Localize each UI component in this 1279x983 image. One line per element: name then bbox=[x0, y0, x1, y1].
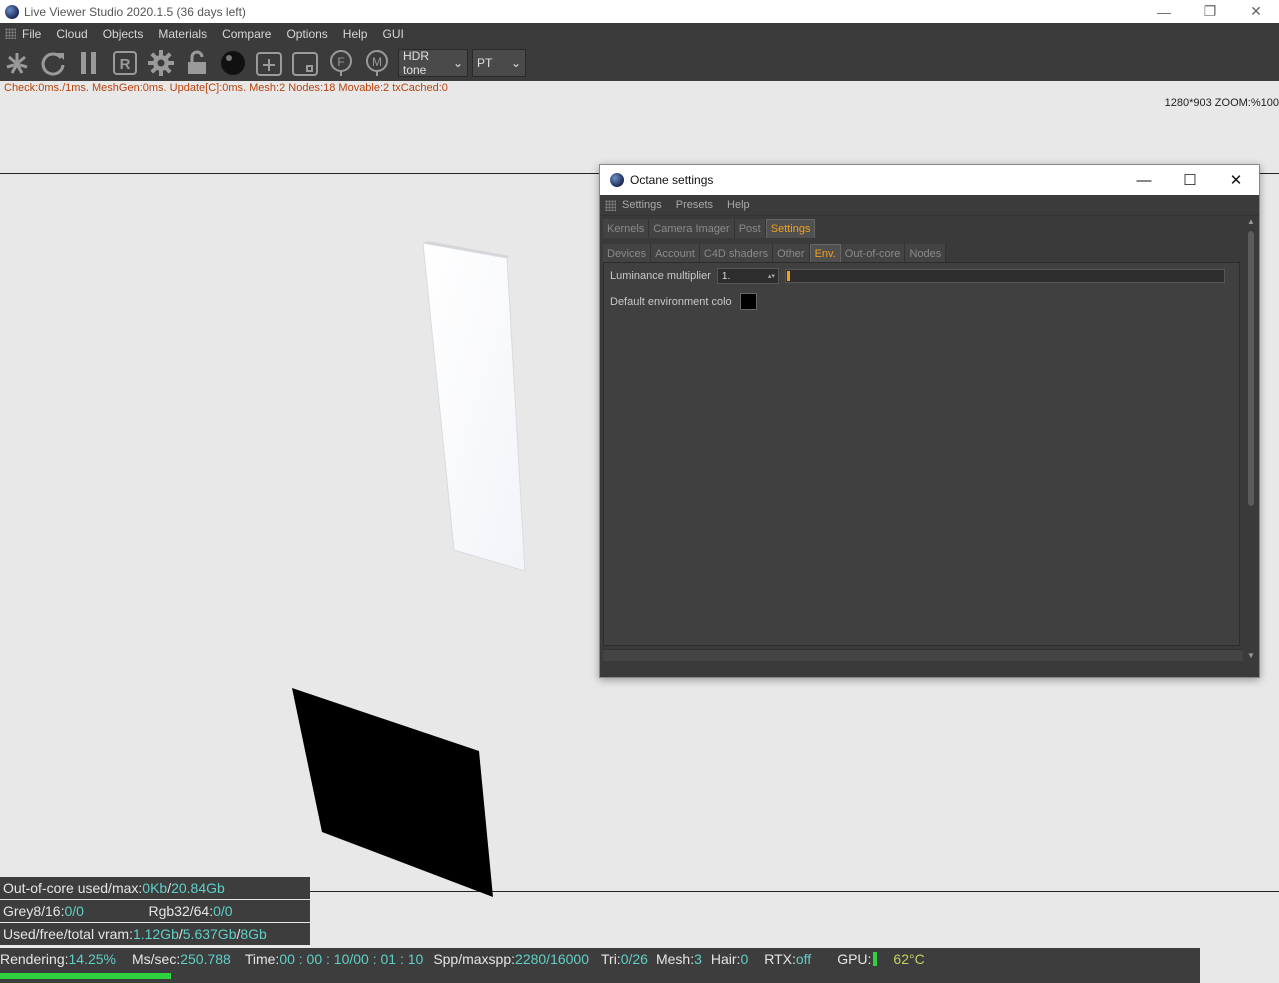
render-progress-fill bbox=[0, 973, 171, 979]
zoom-info: 1280*903 ZOOM:%100 bbox=[1164, 97, 1279, 109]
octane-minimize-button[interactable]: — bbox=[1121, 165, 1167, 195]
texture-info: Grey8/16: 0/0 Rgb32/64: 0/0 bbox=[0, 900, 310, 922]
octane-window-title: Octane settings bbox=[630, 173, 714, 187]
octane-maximize-button[interactable]: ☐ bbox=[1167, 165, 1213, 195]
black-plane-object bbox=[292, 688, 493, 897]
env-color-row: Default environment colo bbox=[610, 293, 757, 310]
octane-env-panel: Luminance multiplier 1. ▴▾ Default envir… bbox=[603, 262, 1240, 646]
chevron-down-icon: ⌄ bbox=[452, 55, 463, 70]
octane-sub-tabs: Devices Account C4D shaders Other Env. O… bbox=[600, 240, 1259, 263]
app-titlebar: Live Viewer Studio 2020.1.5 (36 days lef… bbox=[0, 0, 1279, 23]
luminance-row: Luminance multiplier 1. ▴▾ bbox=[610, 268, 1225, 284]
scroll-down-icon[interactable]: ▼ bbox=[1246, 651, 1256, 661]
refresh-icon[interactable] bbox=[38, 48, 68, 78]
status-line: Check:0ms./1ms. MeshGen:0ms. Update[C]:0… bbox=[4, 82, 448, 94]
white-plane-object bbox=[422, 242, 526, 572]
pause-icon[interactable] bbox=[74, 48, 104, 78]
toolbar: R F M HDR tone ⌄ PT ⌄ bbox=[0, 44, 1279, 81]
add-region-icon[interactable] bbox=[254, 48, 284, 78]
white-plane-edge bbox=[423, 241, 510, 258]
tab-account[interactable]: Account bbox=[651, 244, 700, 263]
octane-close-button[interactable]: ✕ bbox=[1213, 165, 1259, 195]
octane-menu-grip-icon[interactable] bbox=[605, 199, 616, 211]
tone-mapping-select[interactable]: HDR tone ⌄ bbox=[398, 48, 468, 77]
app-logo-icon bbox=[5, 4, 19, 19]
render-status-bar: Rendering: 14.25% Ms/sec: 250.788 Time: … bbox=[0, 948, 1200, 983]
render-stats: Rendering: 14.25% Ms/sec: 250.788 Time: … bbox=[0, 951, 925, 967]
tab-kernels[interactable]: Kernels bbox=[603, 219, 650, 238]
menu-compare[interactable]: Compare bbox=[222, 27, 271, 41]
out-of-core-info: Out-of-core used/max: 0Kb/20.84Gb bbox=[0, 877, 310, 899]
settings-gear-icon[interactable] bbox=[146, 48, 176, 78]
menu-options[interactable]: Options bbox=[286, 27, 327, 41]
material-sphere-icon[interactable] bbox=[218, 48, 248, 78]
octane-titlebar[interactable]: Octane settings — ☐ ✕ bbox=[600, 165, 1259, 195]
svg-text:M: M bbox=[372, 55, 382, 69]
r-region-icon[interactable]: R bbox=[110, 48, 140, 78]
tab-out-of-core[interactable]: Out-of-core bbox=[840, 244, 906, 263]
menu-gui[interactable]: GUI bbox=[382, 27, 403, 41]
menu-materials[interactable]: Materials bbox=[158, 27, 207, 41]
chevron-down-icon: ⌄ bbox=[510, 55, 521, 70]
octane-logo-icon bbox=[610, 173, 624, 187]
octane-footer bbox=[603, 649, 1243, 661]
restore-button[interactable]: ❐ bbox=[1187, 0, 1233, 23]
tab-nodes[interactable]: Nodes bbox=[905, 244, 947, 263]
svg-text:R: R bbox=[120, 56, 131, 73]
render-progress-bar bbox=[0, 973, 1200, 979]
window-title: Live Viewer Studio 2020.1.5 (36 days lef… bbox=[24, 4, 246, 19]
focus-region-icon[interactable] bbox=[290, 48, 320, 78]
luminance-input[interactable]: 1. ▴▾ bbox=[716, 268, 779, 284]
focus-pick-icon[interactable]: F bbox=[326, 48, 356, 78]
menu-help[interactable]: Help bbox=[343, 27, 368, 41]
vram-info: Used/free/total vram: 1.12Gb/5.637Gb/8Gb bbox=[0, 923, 310, 945]
render-reset-icon[interactable] bbox=[2, 48, 32, 78]
luminance-label: Luminance multiplier bbox=[610, 270, 711, 282]
octane-menu-settings[interactable]: Settings bbox=[622, 199, 662, 211]
tab-other[interactable]: Other bbox=[773, 244, 810, 263]
menubar: File Cloud Objects Materials Compare Opt… bbox=[0, 23, 1279, 44]
octane-scrollbar[interactable]: ▲ ▼ bbox=[1246, 217, 1256, 661]
minimize-button[interactable]: — bbox=[1141, 0, 1187, 23]
tab-post[interactable]: Post bbox=[734, 219, 766, 238]
scrollbar-thumb[interactable] bbox=[1248, 231, 1254, 506]
tab-settings[interactable]: Settings bbox=[765, 219, 816, 238]
octane-menu-presets[interactable]: Presets bbox=[676, 199, 713, 211]
tab-camera-imager[interactable]: Camera Imager bbox=[649, 219, 735, 238]
menu-objects[interactable]: Objects bbox=[103, 27, 144, 41]
tab-devices[interactable]: Devices bbox=[603, 244, 652, 263]
env-color-label: Default environment colo bbox=[610, 295, 732, 308]
menu-cloud[interactable]: Cloud bbox=[56, 27, 87, 41]
close-button[interactable]: ✕ bbox=[1233, 0, 1279, 23]
octane-settings-window: Octane settings — ☐ ✕ Settings Presets H… bbox=[599, 164, 1260, 678]
spinner-arrows-icon[interactable]: ▴▾ bbox=[768, 272, 775, 280]
luminance-slider[interactable] bbox=[784, 269, 1225, 283]
scroll-up-icon[interactable]: ▲ bbox=[1246, 217, 1256, 227]
octane-menu-help[interactable]: Help bbox=[727, 199, 750, 211]
menu-file[interactable]: File bbox=[22, 27, 41, 41]
tab-env[interactable]: Env. bbox=[809, 244, 841, 263]
octane-menubar: Settings Presets Help bbox=[600, 195, 1259, 216]
tab-c4d-shaders[interactable]: C4D shaders bbox=[699, 244, 774, 263]
lock-icon[interactable] bbox=[182, 48, 212, 78]
menu-grip-icon[interactable] bbox=[5, 28, 16, 39]
material-pick-icon[interactable]: M bbox=[362, 48, 392, 78]
kernel-select[interactable]: PT ⌄ bbox=[472, 48, 526, 77]
gpu-usage-bar bbox=[873, 952, 878, 966]
svg-text:F: F bbox=[337, 55, 344, 69]
octane-top-tabs: Kernels Camera Imager Post Settings bbox=[600, 216, 1259, 238]
slider-knob[interactable] bbox=[786, 271, 790, 281]
env-color-swatch[interactable] bbox=[739, 293, 757, 310]
